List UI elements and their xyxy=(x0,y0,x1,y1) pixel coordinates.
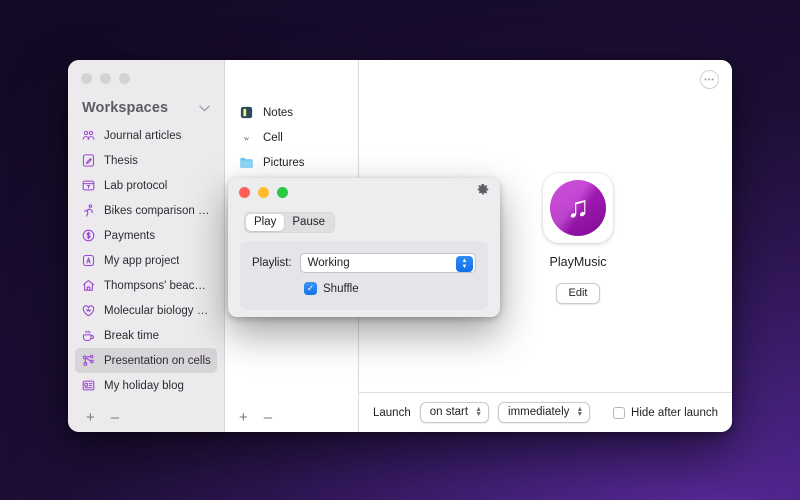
sidebar-item-presentation-on-cells[interactable]: Presentation on cells xyxy=(75,348,217,373)
list-item-label: Pictures xyxy=(263,156,305,169)
app-icon-tile[interactable]: ♫ xyxy=(543,173,613,243)
sidebar-item-molecular-biology-dis[interactable]: Molecular biology dis... xyxy=(75,298,217,323)
list-item[interactable]: w Cell xyxy=(225,125,358,150)
playlist-row: Playlist: Working ▲ ▼ xyxy=(252,253,476,273)
edit-button[interactable]: Edit xyxy=(555,283,601,304)
hide-after-launch-checkbox[interactable]: Hide after launch xyxy=(613,406,718,419)
flask-box-icon xyxy=(81,178,96,193)
sidebar-item-thesis[interactable]: Thesis xyxy=(75,148,217,173)
people-group-icon xyxy=(81,128,96,143)
remove-item-button[interactable]: – xyxy=(264,409,272,426)
dialog-zoom-button[interactable] xyxy=(277,186,288,198)
music-note-icon: ♫ xyxy=(550,180,606,236)
id-card-icon xyxy=(81,378,96,393)
runner-icon xyxy=(81,203,96,218)
word-w-icon: w xyxy=(239,130,254,145)
chevron-down-icon[interactable] xyxy=(199,105,210,112)
gear-icon[interactable] xyxy=(476,183,490,197)
segment-pause[interactable]: Pause xyxy=(284,214,333,231)
stepper-icon: ▲ ▼ xyxy=(576,406,584,418)
sidebar-item-journal-articles[interactable]: Journal articles xyxy=(75,123,217,148)
add-workspace-button[interactable]: + xyxy=(86,410,95,425)
items-footer: + – xyxy=(225,402,358,432)
hide-after-launch-label: Hide after launch xyxy=(631,406,718,419)
svg-text:w: w xyxy=(244,135,249,142)
network-nodes-icon xyxy=(81,353,96,368)
more-options-icon[interactable]: ••• xyxy=(700,70,719,89)
play-pause-segmented-control[interactable]: Play Pause xyxy=(244,212,335,233)
sidebar-item-lab-protocol[interactable]: Lab protocol xyxy=(75,173,217,198)
shuffle-checkbox[interactable]: ✓ Shuffle xyxy=(304,282,476,295)
dialog-titlebar[interactable] xyxy=(228,178,500,206)
checkbox-box[interactable] xyxy=(613,406,626,419)
list-item[interactable]: Pictures xyxy=(225,150,358,175)
list-item-label: Notes xyxy=(263,106,294,119)
window-traffic-lights xyxy=(68,60,224,92)
sidebar-item-label: My holiday blog xyxy=(104,379,184,392)
remove-workspace-button[interactable]: – xyxy=(111,410,119,425)
playmusic-settings-dialog: Play Pause Playlist: Working ▲ ▼ ✓ Shuffl… xyxy=(228,178,500,317)
dollar-circle-icon xyxy=(81,228,96,243)
chevron-updown-icon[interactable]: ▲ ▼ xyxy=(456,255,473,272)
playlist-select[interactable]: Working ▲ ▼ xyxy=(299,253,476,273)
dialog-close-button[interactable] xyxy=(239,186,250,198)
page-title: Workspaces xyxy=(82,100,169,116)
add-item-button[interactable]: + xyxy=(239,409,248,426)
playlist-label: Playlist: xyxy=(252,257,292,269)
playlist-value: Working xyxy=(307,257,350,269)
sidebar-item-label: Lab protocol xyxy=(104,179,168,192)
shuffle-label: Shuffle xyxy=(323,282,359,295)
sidebar-item-label: Presentation on cells xyxy=(104,354,211,367)
launch-bar: Launch on start ▲ ▼ immediately ▲ ▼ Hide a… xyxy=(359,392,732,432)
sidebar-item-label: Molecular biology dis... xyxy=(104,304,211,317)
dialog-settings-group: Playlist: Working ▲ ▼ ✓ Shuffle xyxy=(240,241,488,310)
document-edit-icon xyxy=(81,153,96,168)
sidebar: Workspaces Journal articles Thesis Lab pro… xyxy=(68,60,225,432)
sidebar-item-label: Journal articles xyxy=(104,129,182,142)
sidebar-item-label: Thesis xyxy=(104,154,138,167)
heart-shield-icon xyxy=(81,303,96,318)
segment-play[interactable]: Play xyxy=(246,214,285,231)
launch-when-select[interactable]: on start ▲ ▼ xyxy=(419,402,490,423)
notes-app-icon xyxy=(239,105,254,120)
app-summary: ♫ PlayMusic Edit xyxy=(498,173,658,304)
sidebar-item-payments[interactable]: Payments xyxy=(75,223,217,248)
app-name-label: PlayMusic xyxy=(549,255,607,269)
sidebar-item-label: Bikes comparison vid... xyxy=(104,204,211,217)
sidebar-item-label: Thompsons' beach h... xyxy=(104,279,211,292)
sidebar-item-label: My app project xyxy=(104,254,180,267)
letter-a-icon xyxy=(81,253,96,268)
launch-delay-select[interactable]: immediately ▲ ▼ xyxy=(498,402,591,423)
dialog-traffic-lights xyxy=(239,186,288,198)
sidebar-item-thompsons-beach-h[interactable]: Thompsons' beach h... xyxy=(75,273,217,298)
zoom-button[interactable] xyxy=(119,73,130,84)
minimize-button[interactable] xyxy=(100,73,111,84)
stepper-icon: ▲ ▼ xyxy=(475,406,483,418)
list-item-label: Cell xyxy=(263,131,283,144)
sidebar-item-label: Payments xyxy=(104,229,156,242)
sidebar-item-my-holiday-blog[interactable]: My holiday blog xyxy=(75,373,217,398)
launch-label: Launch xyxy=(373,406,411,419)
workspaces-header[interactable]: Workspaces xyxy=(68,92,224,123)
house-icon xyxy=(81,278,96,293)
folder-icon xyxy=(239,155,254,170)
list-item[interactable]: Notes xyxy=(225,100,358,125)
checkbox-checked-icon[interactable]: ✓ xyxy=(304,282,317,295)
launch-delay-value: immediately xyxy=(508,406,570,418)
sidebar-item-bikes-comparison-vid[interactable]: Bikes comparison vid... xyxy=(75,198,217,223)
coffee-cup-icon xyxy=(81,328,96,343)
sidebar-item-label: Break time xyxy=(104,329,159,342)
dialog-minimize-button[interactable] xyxy=(258,186,269,198)
sidebar-footer: + – xyxy=(68,402,224,432)
workspace-list: Journal articles Thesis Lab protocol Bikes … xyxy=(68,123,224,402)
launch-when-value: on start xyxy=(429,406,469,418)
close-button[interactable] xyxy=(81,73,92,84)
sidebar-item-my-app-project[interactable]: My app project xyxy=(75,248,217,273)
sidebar-item-break-time[interactable]: Break time xyxy=(75,323,217,348)
